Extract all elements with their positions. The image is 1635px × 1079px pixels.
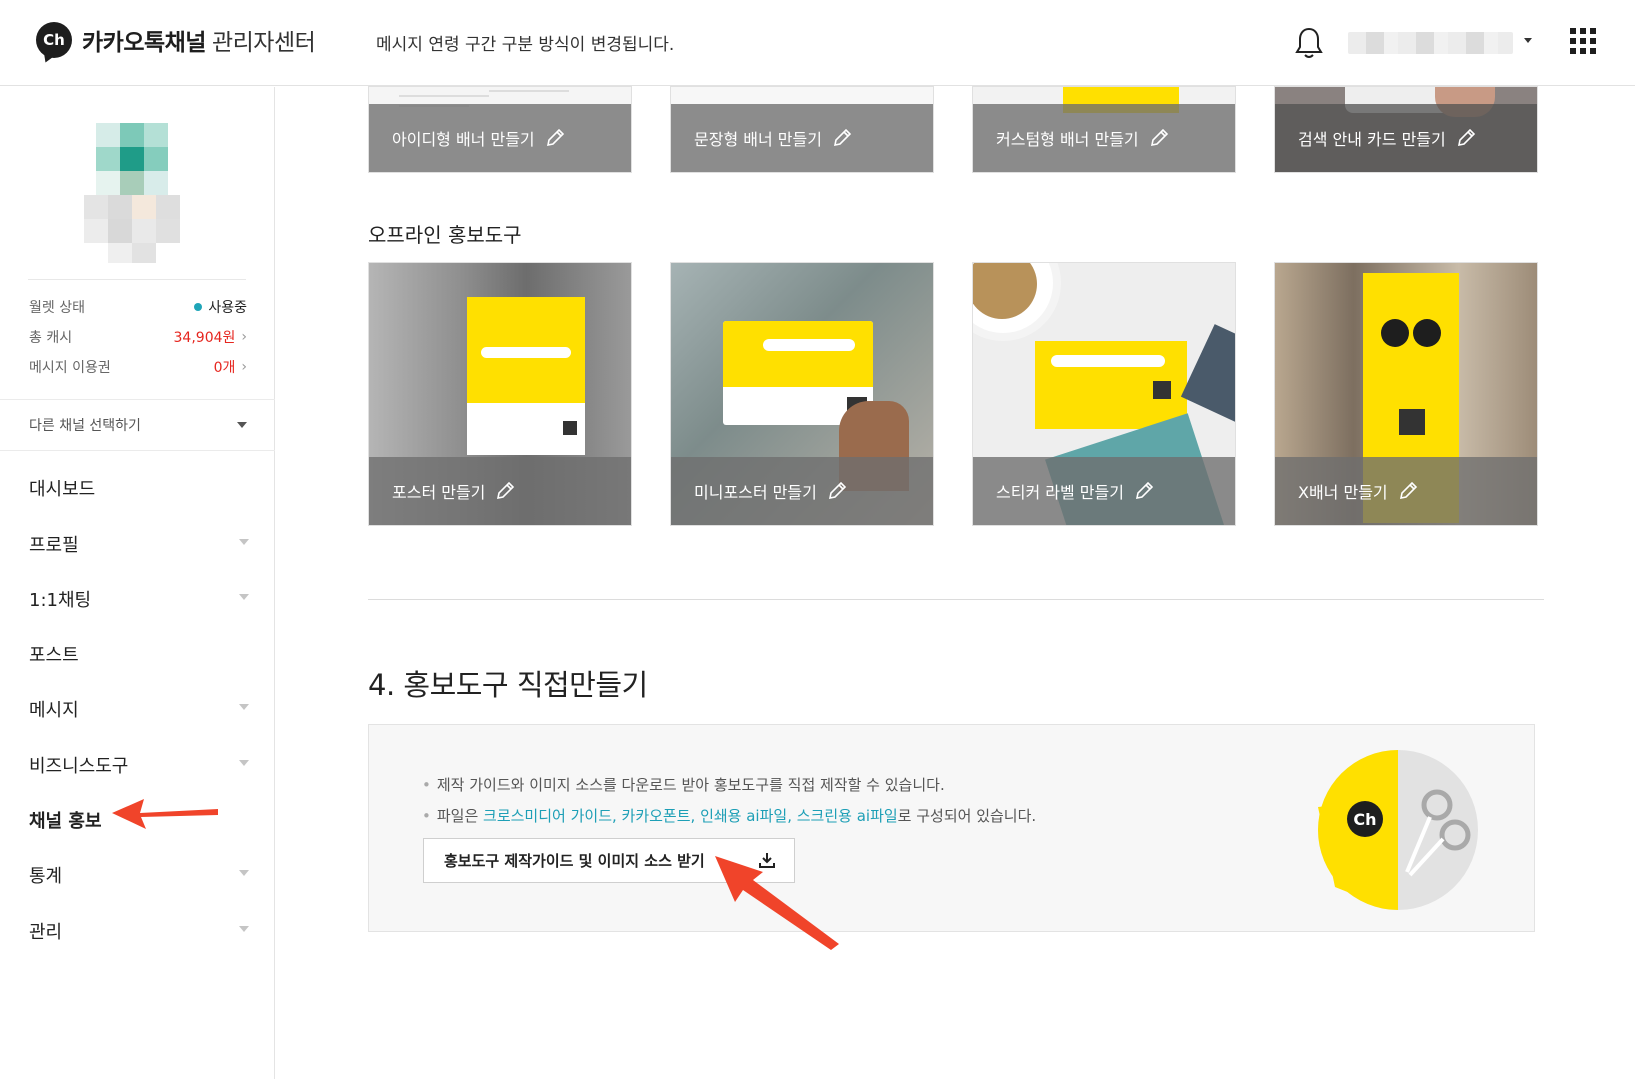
diy-info-line-1: 제작 가이드와 이미지 소스를 다운로드 받아 홍보도구를 직접 제작할 수 있…	[422, 774, 945, 795]
card-custom-banner[interactable]: 커스텀형 배너 만들기	[972, 86, 1236, 173]
sidebar: 월렛 상태 사용중 총 캐시 34,904원 › 메시지 이용권 0개 › 다른 채…	[0, 87, 275, 1079]
total-cash-row[interactable]: 총 캐시 34,904원 ›	[29, 325, 247, 349]
section-divider	[368, 599, 1544, 600]
chevron-right-icon: ›	[241, 359, 247, 375]
card-label: 스티커 라벨 만들기	[973, 457, 1235, 525]
avatar	[84, 123, 192, 263]
pencil-icon	[828, 481, 846, 500]
chevron-down-icon	[239, 926, 249, 932]
logo[interactable]: Ch 카카오톡채널 관리자센터	[36, 22, 316, 58]
notice-text[interactable]: 메시지 연령 구간 구분 방식이 변경됩니다.	[376, 30, 674, 55]
card-x-banner[interactable]: X배너 만들기	[1274, 262, 1538, 526]
channel-select-dropdown[interactable]: 다른 채널 선택하기	[0, 399, 275, 451]
top-header: Ch 카카오톡채널 관리자센터 메시지 연령 구간 구분 방식이 변경됩니다.	[0, 0, 1635, 86]
card-label: X배너 만들기	[1275, 457, 1537, 525]
diy-info-box: 제작 가이드와 이미지 소스를 다운로드 받아 홍보도구를 직접 제작할 수 있…	[368, 724, 1535, 932]
total-cash-label: 총 캐시	[29, 330, 73, 346]
pencil-icon	[1399, 481, 1417, 500]
card-label: 포스터 만들기	[369, 457, 631, 525]
pencil-icon	[497, 481, 515, 500]
chevron-down-icon	[239, 760, 249, 766]
wallet-status-label: 월렛 상태	[29, 300, 85, 316]
card-label: 미니포스터 만들기	[671, 457, 933, 525]
sidebar-item-dashboard[interactable]: 대시보드	[29, 474, 249, 502]
status-dot-icon	[194, 303, 203, 311]
channel-select-label: 다른 채널 선택하기	[29, 418, 141, 434]
card-search-guide[interactable]: 검색 안내 카드 만들기	[1274, 86, 1538, 173]
card-label: 커스텀형 배너 만들기	[973, 104, 1235, 172]
chevron-down-icon	[239, 870, 249, 876]
card-poster[interactable]: 포스터 만들기	[368, 262, 632, 526]
offline-section-title: 오프라인 홍보도구	[368, 223, 522, 247]
card-label: 문장형 배너 만들기	[671, 104, 933, 172]
chevron-down-icon	[237, 422, 247, 428]
sidebar-item-statistics[interactable]: 통계	[29, 861, 249, 889]
message-voucher-value[interactable]: 0개 ›	[214, 357, 247, 377]
card-label: 검색 안내 카드 만들기	[1275, 104, 1537, 172]
red-arrow-annotation	[715, 856, 839, 950]
pencil-icon	[1135, 481, 1154, 500]
sidebar-item-business-tools[interactable]: 비즈니스도구	[29, 751, 249, 779]
chevron-right-icon: ›	[241, 329, 247, 345]
card-label: 아이디형 배너 만들기	[369, 104, 631, 172]
total-cash-value[interactable]: 34,904원 ›	[174, 327, 247, 347]
logo-subtitle: 관리자센터	[211, 30, 316, 56]
file-list-links[interactable]: 크로스미디어 가이드, 카카오폰트, 인쇄용 ai파일, 스크린용 ai파일	[483, 807, 898, 825]
message-voucher-label: 메시지 이용권	[29, 360, 111, 376]
message-voucher-row[interactable]: 메시지 이용권 0개 ›	[29, 355, 247, 379]
profile-divider	[28, 279, 246, 280]
sidebar-item-message[interactable]: 메시지	[29, 695, 249, 723]
pencil-icon	[833, 128, 852, 147]
diy-section-title: 4. 홍보도구 직접만들기	[368, 668, 648, 702]
wallet-status-value: 사용중	[194, 297, 247, 317]
chevron-down-icon	[239, 704, 249, 710]
pencil-icon	[1150, 128, 1168, 147]
chevron-down-icon	[239, 539, 249, 545]
sidebar-item-chat[interactable]: 1:1채팅	[29, 585, 249, 613]
red-arrow-annotation	[112, 799, 218, 829]
channel-logo-icon: Ch	[36, 22, 72, 58]
sidebar-item-profile[interactable]: 프로필	[29, 530, 249, 558]
chevron-down-icon[interactable]	[1524, 38, 1532, 43]
wallet-status-row: 월렛 상태 사용중	[29, 295, 247, 319]
card-id-banner[interactable]: 아이디형 배너 만들기	[368, 86, 632, 173]
svg-text:Ch: Ch	[1353, 810, 1376, 829]
logo-name: 카카오톡채널	[82, 30, 206, 56]
scissors-illustration-icon: Ch	[1318, 750, 1478, 910]
pencil-icon	[1457, 128, 1475, 147]
bell-icon[interactable]	[1294, 26, 1324, 60]
sidebar-item-management[interactable]: 관리	[29, 917, 249, 945]
apps-grid-icon[interactable]	[1570, 28, 1596, 54]
diy-info-line-2: 파일은 크로스미디어 가이드, 카카오폰트, 인쇄용 ai파일, 스크린용 ai…	[422, 805, 1036, 826]
card-mini-poster[interactable]: 미니포스터 만들기	[670, 262, 934, 526]
pencil-icon	[546, 128, 564, 147]
card-sticker-label[interactable]: 스티커 라벨 만들기	[972, 262, 1236, 526]
card-sentence-banner[interactable]: 문장형 배너 만들기	[670, 86, 934, 173]
sidebar-item-post[interactable]: 포스트	[29, 640, 249, 668]
user-account-blurred[interactable]	[1348, 32, 1513, 54]
chevron-down-icon	[239, 594, 249, 600]
